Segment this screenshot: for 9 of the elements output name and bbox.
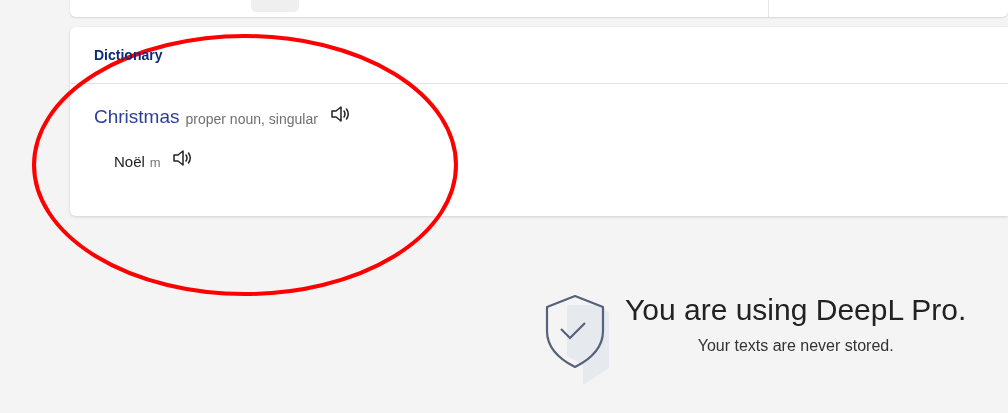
shield-check-icon xyxy=(545,293,609,385)
gender-label: m xyxy=(149,155,161,170)
notice-heading: You are using DeepL Pro. xyxy=(625,293,967,327)
dictionary-term[interactable]: Christmas xyxy=(94,106,180,128)
notice-subtext: Your texts are never stored. xyxy=(697,337,894,355)
part-of-speech: proper noun, singular xyxy=(185,110,318,127)
speaker-icon[interactable] xyxy=(329,105,350,123)
translation-word[interactable]: Noël xyxy=(114,152,145,170)
speaker-icon[interactable] xyxy=(171,149,192,167)
